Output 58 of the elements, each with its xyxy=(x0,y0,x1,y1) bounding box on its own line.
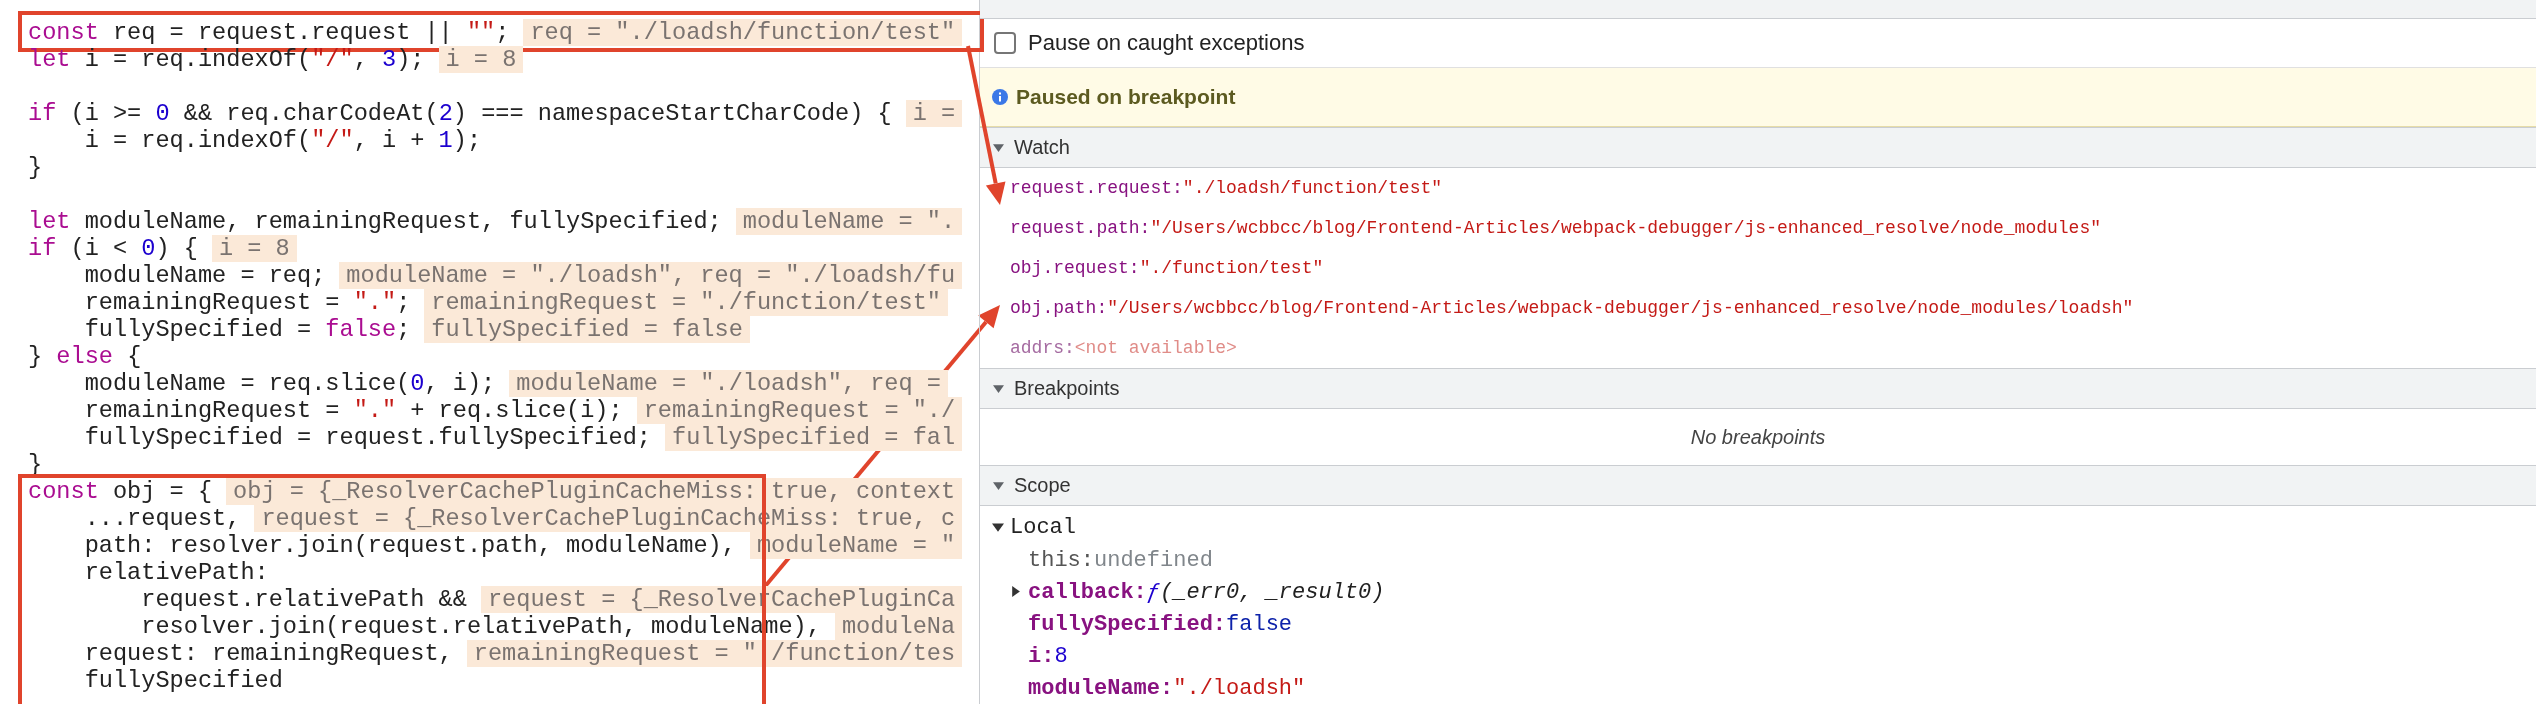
expand-triangle-icon xyxy=(992,521,1004,533)
watch-expression[interactable]: obj.request:"./function/test" xyxy=(980,248,2536,288)
inline-value: i = 8 xyxy=(211,235,297,262)
expand-triangle-icon xyxy=(993,142,1004,153)
code-line: const obj = { xyxy=(28,478,213,505)
code-line: } else { xyxy=(28,343,142,370)
scope-variable[interactable]: i:8 xyxy=(1028,643,1068,669)
code-line: } xyxy=(28,154,43,181)
inline-value: i = 8 xyxy=(438,46,524,73)
watch-expression[interactable]: addrs:<not available> xyxy=(980,328,2536,368)
code-line: let i = req.indexOf("/", 3); xyxy=(28,46,425,73)
code-line: if (i < 0) { xyxy=(28,235,198,262)
code-line: path: resolver.join(request.path, moduleName), xyxy=(83,532,736,559)
code-line: fullySpecified = request.fullySpecified; xyxy=(83,424,651,451)
code-line: let moduleName, remainingRequest, fullySpecified; xyxy=(28,207,722,235)
code-line: ...request, xyxy=(83,505,241,532)
code-line: i = req.indexOf("/", i + 1); xyxy=(83,127,482,154)
inline-value: req = "./loadsh/function/test" xyxy=(523,19,963,46)
code-line: if (i >= 0 && req.charCodeAt(2) === namespaceStartCharCode) { xyxy=(28,99,892,127)
code-line: fullySpecified xyxy=(83,667,283,694)
inline-value: moduleName = "./loadsh", req = "./loadsh/fu xyxy=(339,262,963,289)
inline-value: moduleName = ". xyxy=(735,208,963,235)
code-line: moduleName = req.slice(0, i); xyxy=(83,370,496,397)
empty-message: No breakpoints xyxy=(1690,425,1826,449)
scope-variable[interactable]: this:undefined xyxy=(1028,547,1213,573)
code-line: request.relativePath && xyxy=(140,586,467,613)
code-line: moduleName = req; xyxy=(83,262,326,289)
inline-value: remainingRequest = "./ xyxy=(636,397,963,424)
code-line: const req = request.request || ""; xyxy=(28,19,510,46)
checkbox[interactable] xyxy=(994,32,1016,54)
expand-triangle-icon xyxy=(993,480,1004,491)
expand-triangle-icon xyxy=(993,383,1004,394)
banner-text: Paused on breakpoint xyxy=(1016,85,1236,109)
inline-value: obj = {_ResolverCachePluginCacheMiss: true, context xyxy=(226,478,963,505)
watch-expression[interactable]: request.request:"./loadsh/function/test" xyxy=(980,168,2536,208)
section-header[interactable]: Breakpoints xyxy=(980,368,2536,409)
inline-value: fullySpecified = fal xyxy=(665,424,963,451)
scope-group[interactable]: Local xyxy=(980,510,2536,544)
code-line: remainingRequest = "."; xyxy=(83,289,411,316)
scope-variable[interactable]: callback:ƒ(_err0, _result0) xyxy=(1028,579,1385,605)
code-line: remainingRequest = "." + req.slice(i); xyxy=(83,397,623,424)
info-icon xyxy=(992,89,1008,105)
inline-value: moduleNa xyxy=(834,613,963,640)
section-header[interactable]: Watch xyxy=(980,127,2536,168)
scope-variable[interactable]: fullySpecified:false xyxy=(1028,611,1293,637)
watch-expression[interactable]: request.path:"/Users/wcbbcc/blog/Frontend-Articles/webpack-debugger/js-enhanced_resolve/node_modules" xyxy=(980,208,2536,248)
inline-value: moduleName = "./loadsh", req = xyxy=(509,370,948,397)
scope-variable[interactable]: moduleName:"./loadsh" xyxy=(1028,675,1306,701)
code-line: relativePath: xyxy=(83,559,269,586)
watch-expression[interactable]: obj.path:"/Users/wcbbcc/blog/Frontend-Articles/webpack-debugger/js-enhanced_resolve/node_modules/loadsh" xyxy=(980,288,2536,328)
inline-value: remainingRequest = "./function/test" xyxy=(424,289,949,316)
inline-value: i = xyxy=(905,100,963,127)
code-line: fullySpecified = false; xyxy=(83,316,411,343)
inline-value: fullySpecified = false xyxy=(424,316,750,343)
checkbox-label: Pause on caught exceptions xyxy=(1028,30,1305,56)
section-header[interactable]: Scope xyxy=(980,465,2536,506)
code-line: request: remainingRequest, xyxy=(83,640,453,667)
expand-triangle-icon[interactable] xyxy=(1010,586,1021,597)
